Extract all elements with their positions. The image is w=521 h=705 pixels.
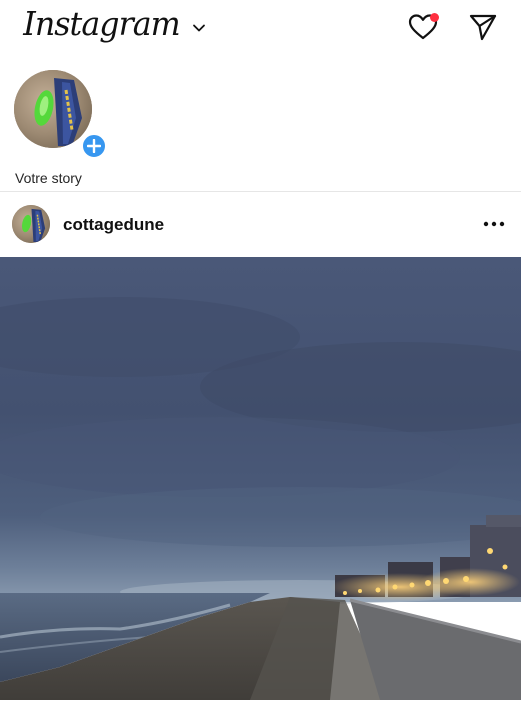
ellipsis-icon[interactable] <box>482 214 506 234</box>
story-own[interactable]: Votre story <box>14 70 108 186</box>
avatar[interactable] <box>12 205 50 243</box>
post-image[interactable] <box>0 257 521 700</box>
plus-icon[interactable] <box>80 132 108 160</box>
logo-menu[interactable]: Instagram <box>20 4 207 43</box>
post-username[interactable]: cottagedune <box>63 215 164 235</box>
avatar-image <box>14 70 92 148</box>
notification-dot <box>430 13 439 22</box>
paper-plane-icon[interactable] <box>468 12 498 42</box>
chevron-down-icon <box>193 24 205 31</box>
story-label: Votre story <box>15 170 82 186</box>
post-header: cottagedune <box>0 192 521 257</box>
top-bar: Instagram <box>0 0 521 56</box>
avatar-image <box>12 205 50 243</box>
instagram-logo: Instagram <box>23 4 180 43</box>
story-avatar <box>14 70 92 148</box>
stories-tray: Votre story <box>0 60 521 190</box>
beach-dusk-photo <box>0 257 521 700</box>
